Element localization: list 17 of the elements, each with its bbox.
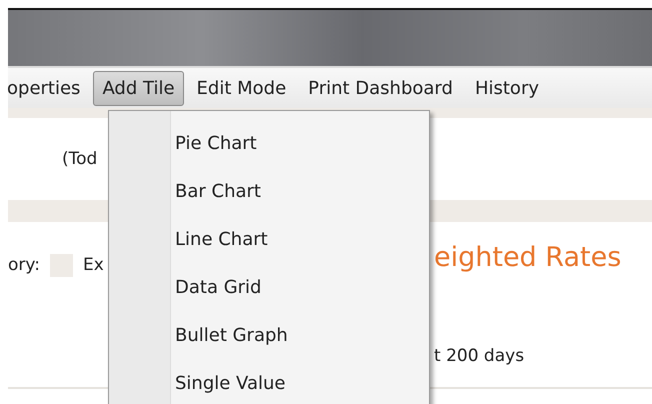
menu-option[interactable]: Bar Chart [109, 167, 429, 215]
menu-item[interactable]: Add Tile [93, 70, 184, 106]
tile-title: eighted Rates [434, 242, 622, 273]
legend-label: ory: [8, 255, 40, 275]
legend-item: Ex [82, 255, 104, 275]
menu-item[interactable]: Edit Mode [188, 70, 296, 106]
menu-option[interactable]: Line Chart [109, 215, 429, 263]
menu-item[interactable]: operties [0, 70, 90, 106]
tile-subtitle: t 200 days [434, 346, 524, 366]
menu-option[interactable]: Pie Chart [109, 119, 429, 167]
menu-option[interactable]: Data Grid [109, 263, 429, 311]
date-label: (Tod [62, 149, 98, 169]
menu-item[interactable]: History [466, 70, 548, 106]
menu-item[interactable]: Print Dashboard [299, 70, 462, 106]
menu-option[interactable]: Bullet Graph [109, 311, 429, 359]
legend-swatch [50, 254, 73, 276]
menu-option[interactable]: Single Value [109, 359, 429, 404]
